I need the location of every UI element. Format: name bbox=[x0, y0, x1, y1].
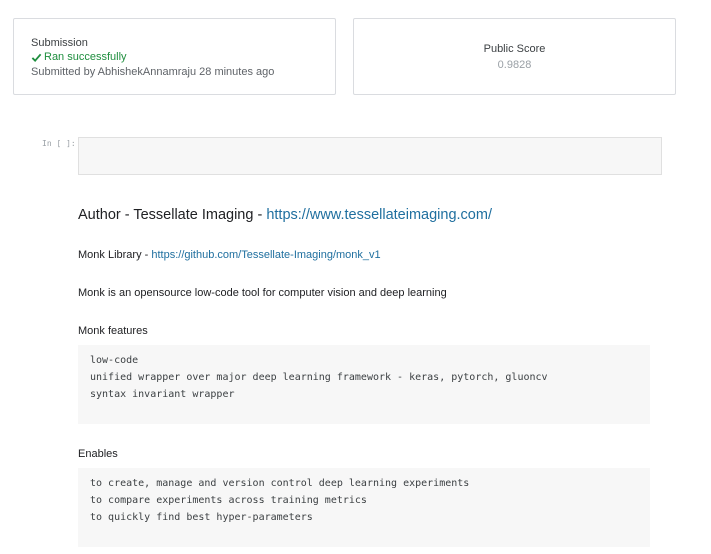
cell-prompt: In [ ]: bbox=[42, 139, 76, 148]
author-link[interactable]: https://www.tessellateimaging.com/ bbox=[266, 207, 492, 223]
author-prefix: Author - Tessellate Imaging - bbox=[78, 207, 267, 223]
status-badge: Ran successfully bbox=[31, 50, 335, 65]
features-heading: Monk features bbox=[78, 325, 148, 337]
submitted-by: Submitted by AbhishekAnnamraju 28 minute… bbox=[31, 66, 275, 78]
author-heading: Author - Tessellate Imaging - https://ww… bbox=[78, 207, 492, 223]
enables-code-block: to create, manage and version control de… bbox=[78, 468, 650, 547]
code-cell[interactable] bbox=[78, 137, 662, 175]
library-prefix: Monk Library - bbox=[78, 249, 152, 261]
feature-line: syntax invariant wrapper bbox=[90, 389, 235, 400]
features-code-block: low-code unified wrapper over major deep… bbox=[78, 345, 650, 424]
score-card: Public Score 0.9828 bbox=[353, 18, 676, 95]
enables-heading: Enables bbox=[78, 448, 118, 460]
library-link[interactable]: https://github.com/Tessellate-Imaging/mo… bbox=[151, 249, 380, 261]
status-text: Ran successfully bbox=[44, 51, 127, 63]
submission-card: Submission Ran successfully Submitted by… bbox=[13, 18, 336, 95]
feature-line: low-code bbox=[90, 355, 139, 366]
enables-line: to compare experiments across training m… bbox=[90, 495, 367, 506]
score-value: 0.9828 bbox=[497, 59, 532, 71]
library-line: Monk Library - https://github.com/Tessel… bbox=[78, 249, 381, 261]
enables-line: to quickly find best hyper-parameters bbox=[90, 512, 313, 523]
submission-label: Submission bbox=[31, 37, 88, 49]
enables-line: to create, manage and version control de… bbox=[90, 478, 470, 489]
score-label: Public Score bbox=[483, 43, 546, 55]
feature-line: unified wrapper over major deep learning… bbox=[90, 372, 548, 383]
check-icon bbox=[31, 53, 42, 63]
description: Monk is an opensource low-code tool for … bbox=[78, 287, 447, 299]
